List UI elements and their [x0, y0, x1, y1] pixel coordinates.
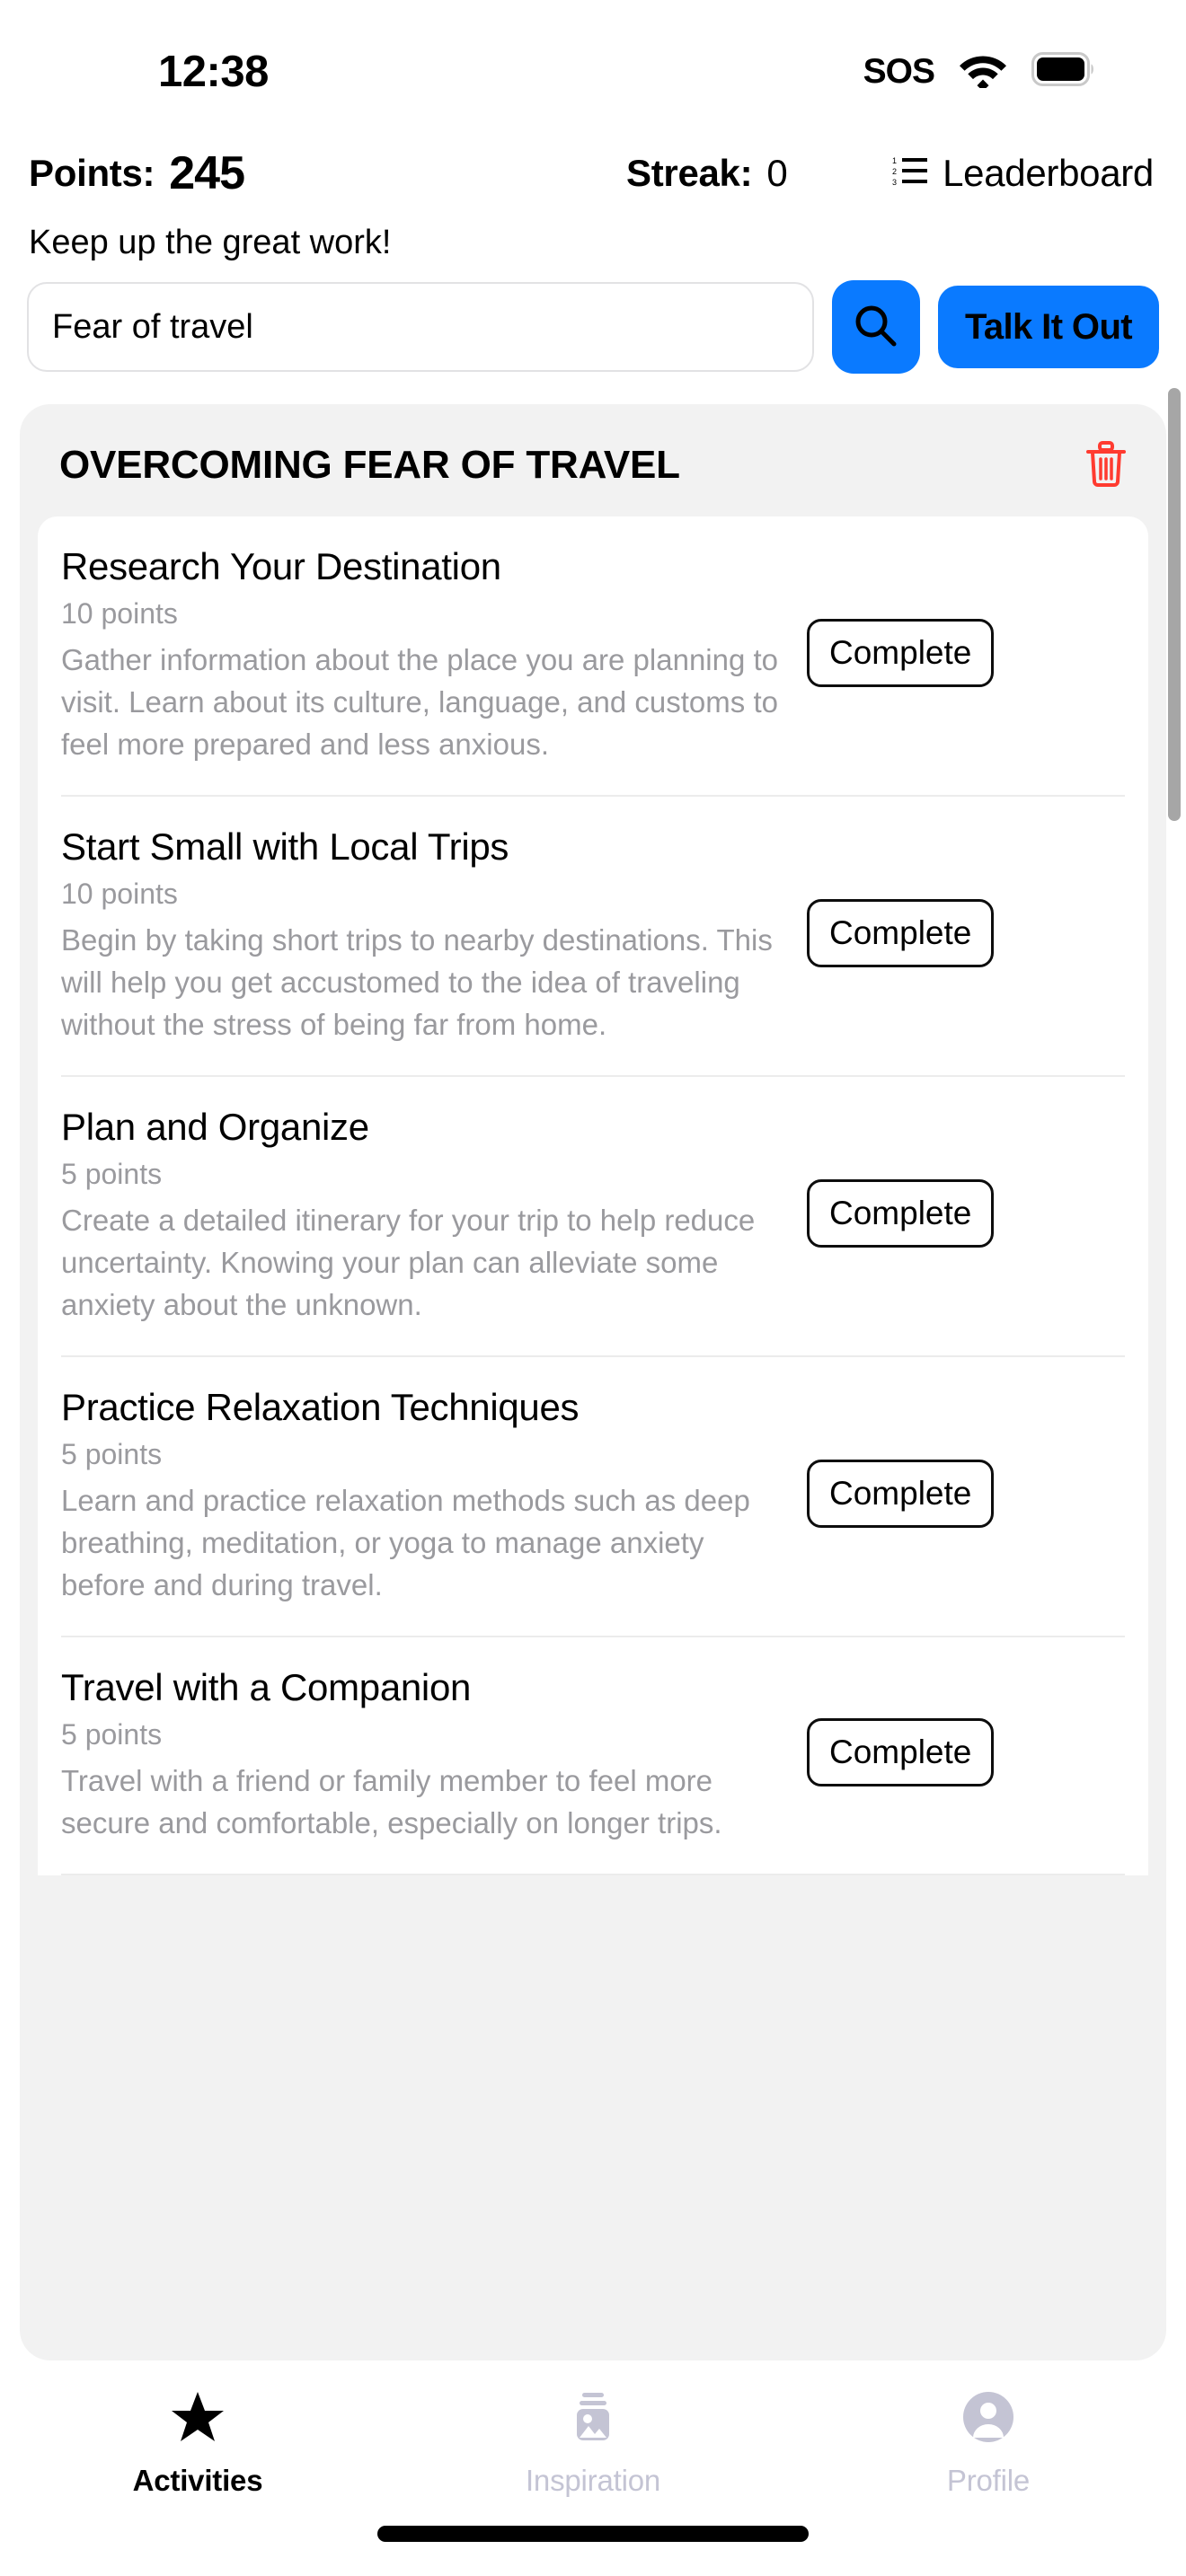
- task-points: 5 points: [61, 1717, 163, 1751]
- task-row[interactable]: Practice Relaxation Techniques 5 points …: [61, 1357, 1125, 1637]
- task-description: Learn and practice relaxation methods su…: [61, 1483, 750, 1601]
- tab-label: Activities: [132, 2464, 263, 2497]
- status-bar-time: 12:38: [158, 48, 269, 96]
- svg-text:3: 3: [892, 178, 897, 187]
- complete-button[interactable]: Complete: [807, 618, 995, 687]
- task-content: Travel with a Companion 5 points Travel …: [61, 1666, 807, 1845]
- task-content: Research Your Destination 10 points Gath…: [61, 545, 807, 766]
- task-content: Plan and Organize 5 points Create a deta…: [61, 1106, 807, 1327]
- battery-full-icon: [1031, 52, 1096, 91]
- app-screen: 12:38 SOS Points: 245 Streak: 0 1 2 3 Le…: [0, 0, 1186, 2576]
- task-points: 5 points: [61, 1158, 163, 1191]
- task-list: Research Your Destination 10 points Gath…: [38, 516, 1148, 1875]
- activity-group-card: OVERCOMING FEAR OF TRAVEL Research Your …: [20, 404, 1166, 2360]
- task-description: Begin by taking short trips to nearby de…: [61, 923, 773, 1041]
- task-row[interactable]: Travel with a Companion 5 points Travel …: [61, 1637, 1125, 1875]
- complete-button[interactable]: Complete: [807, 898, 995, 967]
- task-description: Gather information about the place you a…: [61, 643, 779, 762]
- leaderboard-button[interactable]: 1 2 3 Leaderboard: [892, 152, 1154, 195]
- task-row[interactable]: Start Small with Local Trips 10 points B…: [61, 797, 1125, 1077]
- status-bar: 12:38 SOS: [0, 0, 1186, 135]
- points-value: 245: [169, 147, 245, 199]
- streak-label: Streak:: [626, 152, 753, 194]
- svg-text:2: 2: [892, 167, 897, 176]
- task-content: Practice Relaxation Techniques 5 points …: [61, 1386, 807, 1607]
- streak-group: Streak: 0: [626, 152, 788, 195]
- search-icon: [852, 302, 900, 353]
- scrollbar[interactable]: [1168, 388, 1181, 1466]
- activities-scroll-area[interactable]: OVERCOMING FEAR OF TRAVEL Research Your …: [0, 381, 1186, 2360]
- task-title: Plan and Organize: [61, 1105, 369, 1148]
- task-points: 10 points: [61, 878, 178, 911]
- svg-text:1: 1: [892, 156, 897, 165]
- wifi-icon: [958, 50, 1008, 93]
- person-circle-icon: [960, 2389, 1016, 2449]
- search-button[interactable]: [832, 280, 920, 374]
- tab-inspiration[interactable]: Inspiration: [395, 2389, 791, 2498]
- delete-group-button[interactable]: [1085, 440, 1127, 490]
- home-indicator: [377, 2526, 809, 2542]
- activity-group-title: OVERCOMING FEAR OF TRAVEL: [59, 442, 680, 487]
- search-row: Talk It Out: [0, 273, 1186, 381]
- leaderboard-label: Leaderboard: [943, 152, 1154, 194]
- task-points: 10 points: [61, 597, 178, 631]
- complete-button[interactable]: Complete: [807, 1718, 995, 1786]
- task-content: Start Small with Local Trips 10 points B…: [61, 825, 807, 1046]
- ordered-list-icon: 1 2 3: [892, 155, 928, 192]
- star-icon: [170, 2389, 226, 2449]
- tab-activities[interactable]: Activities: [0, 2389, 395, 2498]
- tab-label: Inspiration: [525, 2464, 661, 2497]
- scrollbar-thumb[interactable]: [1168, 388, 1181, 821]
- stats-header: Points: 245 Streak: 0 1 2 3 Leaderboard: [0, 135, 1186, 212]
- complete-button[interactable]: Complete: [807, 1459, 995, 1528]
- trash-icon: [1085, 440, 1127, 490]
- task-description: Travel with a friend or family member to…: [61, 1763, 722, 1839]
- task-title: Start Small with Local Trips: [61, 825, 509, 868]
- activity-group-header: OVERCOMING FEAR OF TRAVEL: [20, 404, 1166, 516]
- complete-button[interactable]: Complete: [807, 1178, 995, 1248]
- task-points: 5 points: [61, 1437, 163, 1470]
- task-title: Travel with a Companion: [61, 1665, 472, 1708]
- points-label: Points:: [29, 152, 155, 194]
- sos-indicator: SOS: [863, 51, 935, 91]
- task-row[interactable]: Research Your Destination 10 points Gath…: [61, 516, 1125, 797]
- tab-label: Profile: [946, 2464, 1031, 2497]
- tab-profile[interactable]: Profile: [791, 2389, 1186, 2498]
- encouragement-text: Keep up the great work!: [29, 223, 392, 261]
- task-title: Practice Relaxation Techniques: [61, 1385, 580, 1428]
- photo-stack-icon: [565, 2389, 621, 2449]
- task-title: Research Your Destination: [61, 545, 501, 587]
- task-description: Create a detailed itinerary for your tri…: [61, 1204, 756, 1321]
- bottom-tab-bar: Activities Inspiration Profile: [0, 2360, 1186, 2576]
- status-bar-indicators: SOS: [863, 50, 1096, 93]
- task-row[interactable]: Plan and Organize 5 points Create a deta…: [61, 1077, 1125, 1357]
- talk-it-out-button[interactable]: Talk It Out: [938, 286, 1159, 368]
- streak-value: 0: [766, 152, 788, 194]
- search-input[interactable]: [27, 282, 814, 372]
